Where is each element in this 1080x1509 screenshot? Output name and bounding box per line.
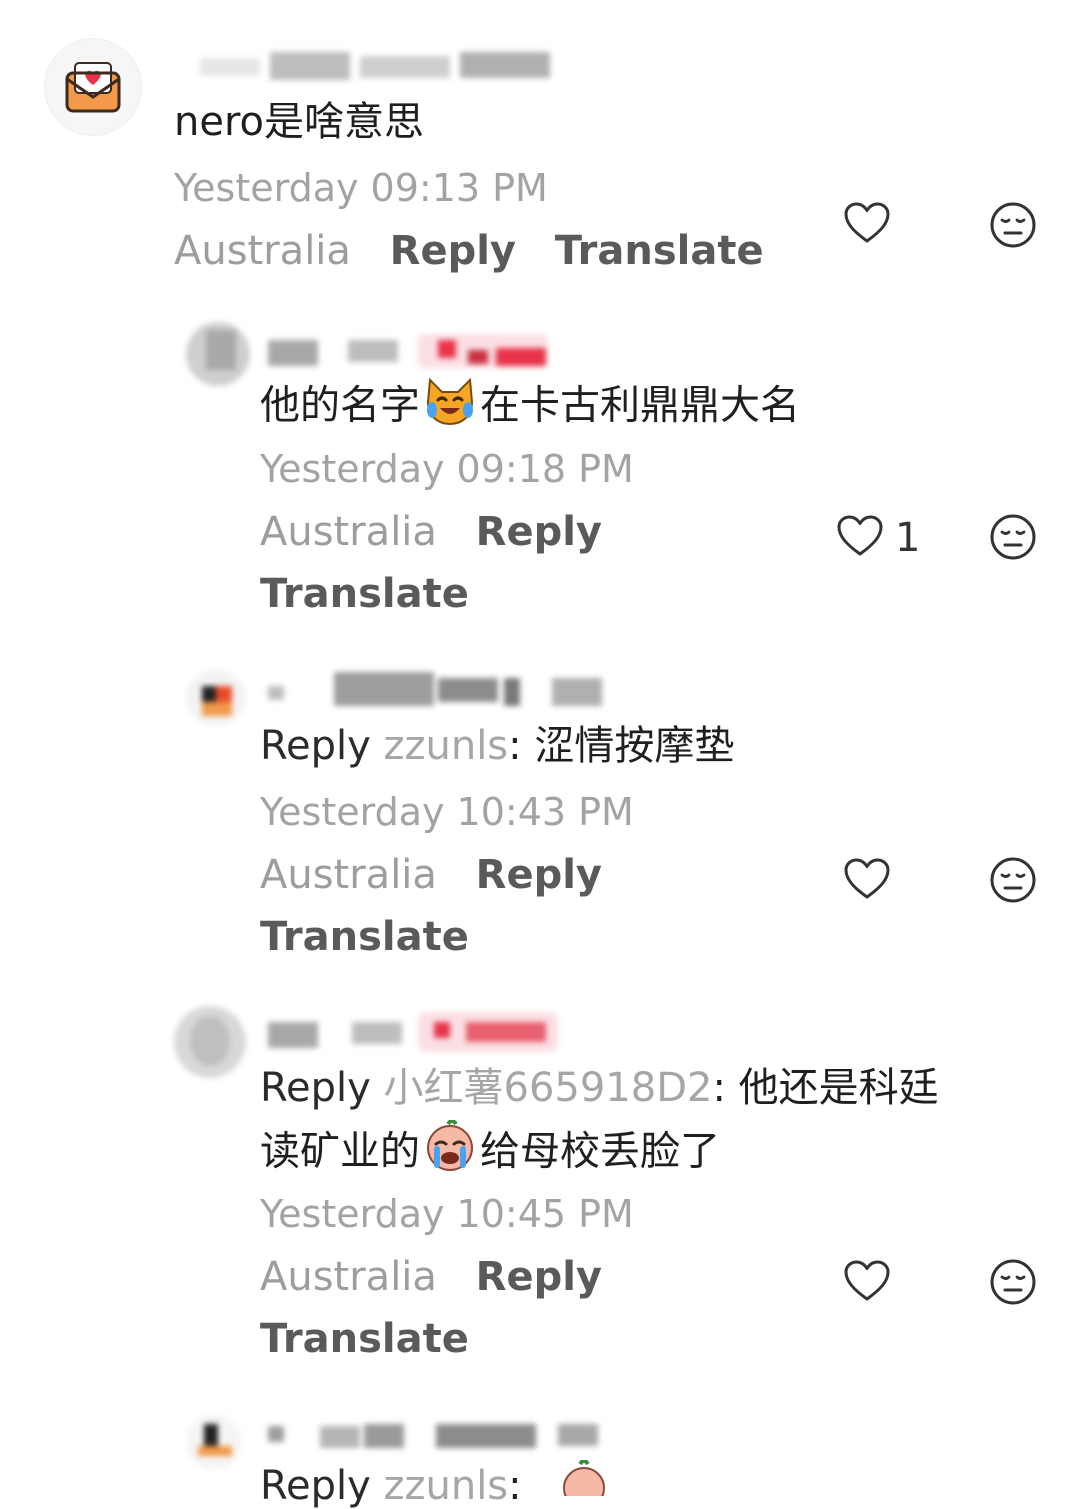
reply-button[interactable]: Reply — [476, 852, 602, 898]
like-button[interactable] — [843, 857, 891, 905]
avatar[interactable] — [174, 1006, 246, 1078]
comment-text-part: : — [508, 1463, 522, 1509]
comment-text: nero是啥意思 — [174, 99, 424, 145]
comment-text: 他的名字 在卡古利鼎鼎大名 — [260, 377, 800, 433]
translate-button[interactable]: Translate — [260, 571, 469, 617]
comment-meta: Australia Reply — [260, 512, 602, 552]
comment-meta: Australia Reply Translate — [174, 231, 764, 271]
reply-button[interactable]: Reply — [476, 509, 602, 555]
dislike-button[interactable] — [989, 1258, 1037, 1310]
comment-timestamp: Yesterday 10:43 PM — [260, 790, 634, 834]
comment-meta-line2: Translate — [260, 1319, 469, 1359]
comment-text: Reply zzunls: — [260, 1466, 522, 1506]
comment-timestamp: Yesterday 09:13 PM — [174, 166, 548, 210]
comment-meta-line2: Translate — [260, 917, 469, 957]
comment-timestamp: Yesterday 10:45 PM — [260, 1192, 634, 1236]
username-blurred[interactable] — [268, 334, 558, 368]
heart-outline-icon — [844, 1260, 890, 1301]
username-blurred[interactable] — [268, 1012, 568, 1052]
comment-text-part: : 他还是科廷 — [712, 1065, 939, 1111]
reply-prefix: Reply — [260, 723, 371, 769]
translate-button[interactable]: Translate — [555, 228, 764, 274]
reply-button[interactable]: Reply — [476, 1254, 602, 1300]
location-label: Australia — [174, 228, 351, 274]
comment-meta: Australia Reply — [260, 1257, 602, 1297]
comment-text: Reply 小红薯665918D2: 他还是科廷 — [260, 1068, 939, 1108]
dislike-button[interactable] — [989, 513, 1037, 565]
comment-timestamp: Yesterday 09:18 PM — [260, 447, 634, 491]
neutral-face-icon — [990, 202, 1036, 248]
like-button[interactable] — [843, 1259, 891, 1307]
translate-button[interactable]: Translate — [260, 914, 469, 960]
envelope-heart-icon — [65, 62, 121, 113]
crying-face-emoji — [556, 1459, 608, 1509]
avatar[interactable] — [186, 322, 250, 386]
location-label: Australia — [260, 509, 437, 555]
comment-meta: Australia Reply — [260, 855, 602, 895]
reply-button[interactable]: Reply — [390, 228, 516, 274]
dislike-button[interactable] — [989, 201, 1037, 253]
heart-outline-icon — [837, 515, 883, 556]
crying-laughing-cat-emoji — [422, 374, 478, 433]
comment-text-line2: 读矿业的 给母校丢脸了 — [260, 1119, 720, 1179]
comment-text-part: 给母校丢脸了 — [480, 1128, 720, 1175]
location-label: Australia — [260, 1254, 437, 1300]
avatar[interactable] — [44, 38, 142, 136]
comment-text-part: 读矿业的 — [260, 1128, 420, 1175]
translate-button[interactable]: Translate — [260, 1316, 469, 1362]
comment-text-part: 在卡古利鼎鼎大名 — [480, 382, 800, 429]
like-button[interactable] — [843, 201, 891, 249]
reply-prefix: Reply — [260, 1065, 371, 1111]
neutral-face-icon — [990, 1259, 1036, 1305]
username-blurred[interactable] — [268, 1422, 638, 1452]
neutral-face-icon — [990, 514, 1036, 560]
heart-outline-icon — [844, 858, 890, 899]
crying-face-emoji — [422, 1119, 478, 1179]
avatar[interactable] — [186, 670, 246, 726]
avatar[interactable] — [186, 1414, 242, 1470]
heart-outline-icon — [844, 202, 890, 243]
dislike-button[interactable] — [989, 856, 1037, 908]
like-button[interactable] — [836, 514, 884, 562]
comment-text-part: : 涩情按摩垫 — [508, 723, 735, 769]
like-count: 1 — [895, 515, 921, 561]
username-blurred[interactable] — [268, 672, 638, 706]
neutral-face-icon — [990, 857, 1036, 903]
comment-text-part: 他的名字 — [260, 382, 420, 429]
username-blurred[interactable] — [200, 52, 552, 80]
reply-to-username[interactable]: zzunls — [384, 1463, 509, 1509]
comment-text: Reply zzunls: 涩情按摩垫 — [260, 726, 734, 766]
reply-to-username[interactable]: 小红薯665918D2 — [384, 1065, 713, 1111]
reply-prefix: Reply — [260, 1463, 371, 1509]
reply-to-username[interactable]: zzunls — [384, 723, 509, 769]
comment-meta-line2: Translate — [260, 574, 469, 614]
location-label: Australia — [260, 852, 437, 898]
